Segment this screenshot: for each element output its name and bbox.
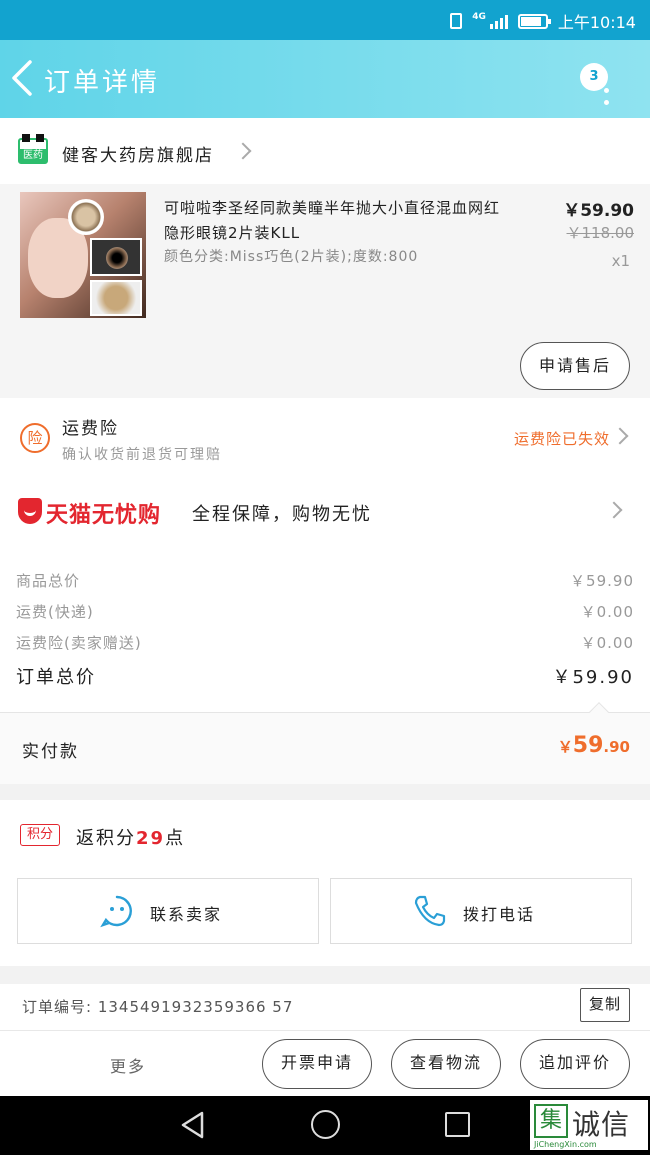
freight-insurance-title: 运费险 — [62, 419, 119, 439]
tmall-guarantee-row[interactable]: 天猫无忧购 全程保障，购物无忧 — [0, 470, 650, 552]
summary-label: 运费险(卖家赠送) — [16, 634, 142, 652]
copy-button[interactable]: 复制 — [580, 988, 630, 1022]
order-number-label: 订单编号: — [22, 998, 93, 1016]
freight-insurance-subtitle: 确认收货前退货可理赔 — [62, 447, 222, 463]
amount-integer: 59 — [572, 733, 604, 758]
actual-payment-amount: ￥59.90 — [558, 733, 630, 758]
phone-icon — [414, 895, 446, 927]
product-image[interactable] — [20, 192, 146, 318]
summary-value: ￥0.00 — [580, 603, 634, 621]
apply-aftersale-button[interactable]: 申请售后 — [520, 342, 630, 390]
notification-badge: 3 — [580, 63, 608, 91]
currency-symbol: ￥ — [557, 738, 573, 756]
chevron-right-icon — [234, 142, 252, 160]
order-total-row: 订单总价 ￥59.90 — [16, 663, 634, 689]
tmall-description: 全程保障，购物无忧 — [192, 504, 372, 525]
call-phone-button[interactable]: 拨打电话 — [330, 878, 632, 944]
nav-recent-apps-icon[interactable] — [445, 1112, 470, 1137]
summary-value: ￥59.90 — [570, 572, 634, 590]
watermark-url: JiChengXin.com — [534, 1140, 597, 1149]
tmall-brand: 天猫无忧购 — [46, 503, 162, 528]
order-total-value: ￥59.90 — [552, 667, 634, 688]
more-link[interactable]: 更多 — [110, 1053, 146, 1077]
order-total-label: 订单总价 — [16, 667, 96, 688]
bottom-action-bar: 更多 开票申请 查看物流 追加评价 — [0, 1030, 650, 1096]
order-number: 订单编号: 1345491932359366 57 — [22, 996, 293, 1017]
product-card[interactable]: 可啦啦李圣经同款美瞳半年抛大小直径混血网红隐形眼镜2片装KLL 颜色分类:Mis… — [0, 184, 650, 398]
system-nav-bar: 集 诚信 JiChengXin.com — [0, 1096, 650, 1155]
points-text: 返积分29点 — [76, 824, 185, 850]
summary-value: ￥0.00 — [580, 634, 634, 652]
actual-payment-row: 实付款 ￥59.90 — [0, 702, 650, 784]
points-value: 29 — [136, 828, 166, 849]
more-menu-button[interactable]: 3 — [580, 56, 624, 106]
order-number-value: 1345491932359366 57 — [97, 998, 294, 1016]
summary-row: 运费(快递) ￥0.00 — [16, 601, 634, 622]
summary-label: 商品总价 — [16, 572, 81, 590]
points-badge: 积分 — [20, 824, 60, 846]
network-type: 4G — [472, 12, 486, 22]
price-summary: 商品总价 ￥59.90 运费(快递) ￥0.00 运费险(卖家赠送) ￥0.00… — [0, 552, 650, 712]
freight-insurance-status: 运费险已失效 — [513, 430, 610, 448]
signal-icon — [489, 13, 508, 29]
amount-decimal: .90 — [603, 738, 630, 756]
view-logistics-button[interactable]: 查看物流 — [391, 1039, 501, 1089]
nav-home-icon[interactable] — [311, 1110, 340, 1139]
insurance-icon: 险 — [20, 423, 50, 453]
product-spec: 颜色分类:Miss巧色(2片装);度数:800 — [164, 249, 419, 265]
clock: 上午10:14 — [557, 13, 636, 32]
call-phone-label: 拨打电话 — [463, 905, 536, 924]
menu-dot-icon — [604, 88, 609, 93]
watermark-box: 集 — [534, 1104, 568, 1138]
product-original-price: ￥118.00 — [566, 224, 635, 242]
status-bar: 4G 上午10:14 — [0, 0, 650, 40]
product-title: 可啦啦李圣经同款美瞳半年抛大小直径混血网红隐形眼镜2片装KLL — [164, 199, 501, 242]
contact-seller-button[interactable]: 联系卖家 — [17, 878, 319, 944]
add-review-button[interactable]: 追加评价 — [520, 1039, 630, 1089]
tmall-pharmacy-icon: 医药 — [18, 134, 48, 164]
watermark-logo: 集 诚信 JiChengXin.com — [530, 1100, 648, 1150]
actual-payment-label: 实付款 — [22, 742, 79, 762]
order-number-row: 订单编号: 1345491932359366 57 复制 — [0, 984, 650, 1030]
tmall-bag-icon — [18, 498, 42, 524]
watermark-text: 诚信 — [572, 1108, 631, 1141]
chat-smile-icon — [100, 895, 132, 928]
product-price: ￥59.90 — [563, 201, 634, 221]
freight-insurance-row[interactable]: 险 运费险 确认收货前退货可理赔 运费险已失效 — [0, 398, 650, 470]
vibrate-icon — [450, 13, 463, 29]
points-prefix: 返积分 — [76, 828, 136, 849]
chevron-right-icon — [605, 501, 623, 519]
summary-row: 运费险(卖家赠送) ￥0.00 — [16, 632, 634, 653]
nav-back-icon[interactable] — [178, 1110, 208, 1140]
battery-icon — [517, 13, 551, 29]
app-header: 订单详情 3 — [0, 40, 650, 118]
points-section: 积分 返积分29点 联系卖家 拨打电话 — [0, 800, 650, 966]
page-title: 订单详情 — [44, 68, 161, 98]
back-arrow-icon[interactable] — [8, 58, 38, 98]
points-suffix: 点 — [165, 828, 186, 849]
store-row[interactable]: 医药 健客大药房旗舰店 — [0, 118, 650, 184]
chevron-right-icon — [611, 427, 629, 445]
summary-row: 商品总价 ￥59.90 — [16, 570, 634, 591]
menu-dot-icon — [604, 100, 609, 105]
invoice-request-button[interactable]: 开票申请 — [262, 1039, 372, 1089]
summary-label: 运费(快递) — [16, 603, 94, 621]
status-icons: 4G 上午10:14 — [450, 9, 636, 33]
store-name: 健客大药房旗舰店 — [62, 146, 214, 166]
contact-seller-label: 联系卖家 — [150, 905, 223, 924]
product-quantity: x1 — [611, 252, 630, 270]
